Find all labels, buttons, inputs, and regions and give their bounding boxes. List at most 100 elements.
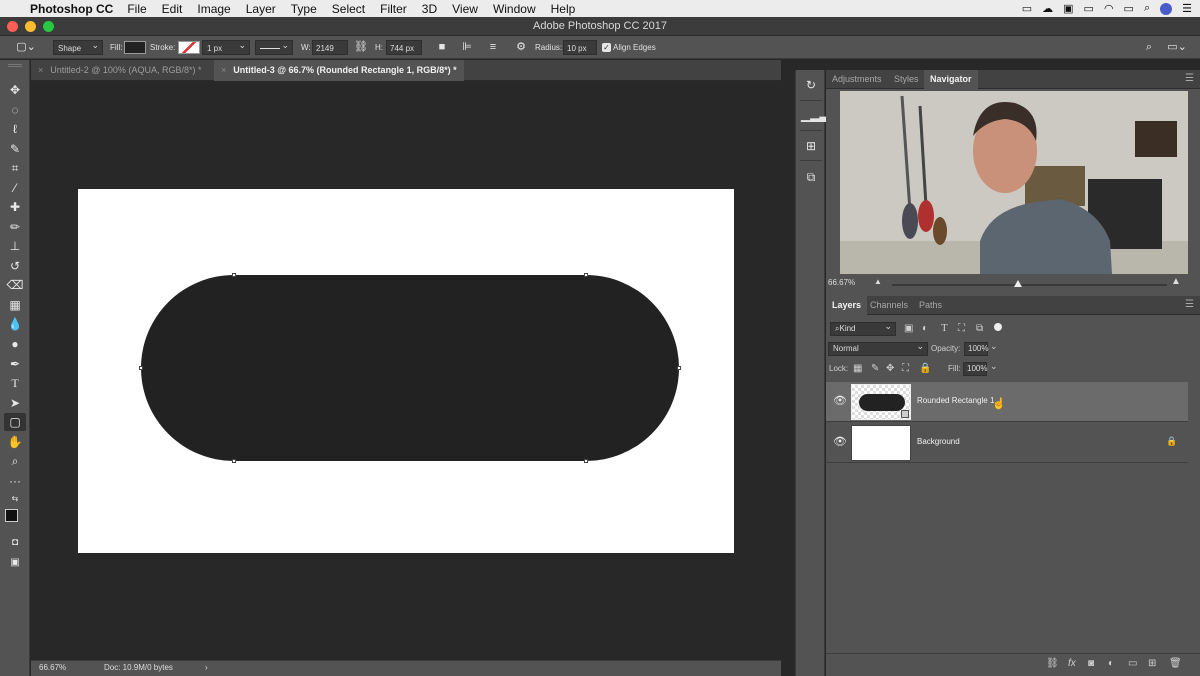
path-selection-tool-icon[interactable]: ➤ [4,394,26,412]
visibility-eye-icon[interactable]: 👁 [833,436,847,448]
screen-record-icon[interactable]: ▭ [1022,2,1032,15]
list-icon[interactable]: ☰ [1182,2,1192,15]
close-tab-icon[interactable]: × [38,65,43,75]
menu-edit[interactable]: Edit [162,2,183,16]
height-field[interactable]: 744 px [386,40,422,55]
hand-tool-icon[interactable]: ✋ [4,433,26,451]
healing-brush-tool-icon[interactable]: ✚ [4,198,26,216]
gear-icon[interactable]: ⚙ [514,40,528,55]
stroke-swatch[interactable] [178,41,200,54]
menu-layer[interactable]: Layer [246,2,276,16]
search-icon[interactable]: ⌕ [1142,40,1156,55]
airplay-icon[interactable]: ▭ [1124,2,1134,15]
notification-icon[interactable]: ▣ [1063,2,1073,15]
anchor-point[interactable] [677,366,681,370]
more-tools-icon[interactable]: ··· [4,472,26,490]
zoom-out-icon[interactable]: ▲ [874,277,882,286]
zoom-slider-track[interactable] [892,284,1167,286]
libraries-panel-icon[interactable]: ⧉ [801,170,821,188]
dodge-tool-icon[interactable]: ● [4,335,26,353]
filter-shape-icon[interactable]: ⛶ [958,323,965,334]
workspace-icon[interactable]: ▭⌄ [1166,40,1188,55]
width-field[interactable]: 2149 px [312,40,348,68]
fill-swatch[interactable] [124,41,146,54]
fill-field[interactable]: 100% [963,362,987,376]
anchor-point[interactable] [232,459,236,463]
info-panel-icon[interactable]: ⊞ [801,139,821,157]
eraser-tool-icon[interactable]: ⌫ [4,276,26,294]
layer-thumbnail[interactable] [851,384,911,420]
menu-image[interactable]: Image [197,2,230,16]
menu-help[interactable]: Help [551,2,576,16]
menu-select[interactable]: Select [332,2,365,16]
menu-type[interactable]: Type [291,2,317,16]
path-alignment-icon[interactable]: ⊫ [460,40,474,55]
filter-smart-object-icon[interactable]: ⧉ [976,323,983,334]
stroke-width-field[interactable]: 1 px [202,38,250,55]
clone-stamp-tool-icon[interactable]: ⊥ [4,237,26,255]
path-operations-icon[interactable]: ■ [435,40,449,55]
swap-colors-icon[interactable]: ⇆ [4,490,26,508]
quick-select-tool-icon[interactable]: ✎ [4,140,26,158]
panel-menu-icon[interactable]: ☰ [1185,73,1194,84]
fill-dropdown-arrow[interactable]: ⌄ [990,361,998,372]
creative-cloud-icon[interactable]: ☁ [1042,2,1053,15]
layer-thumbnail[interactable] [851,425,911,461]
layer-lock-icon[interactable]: 🔒 [1166,436,1177,447]
visibility-eye-icon[interactable]: 👁 [833,395,847,407]
path-arrangement-icon[interactable]: ≡ [485,40,501,55]
tab-navigator[interactable]: Navigator [924,70,978,89]
menu-3d[interactable]: 3D [422,2,437,16]
marquee-tool-icon[interactable]: ◌ [4,101,26,119]
foreground-color-swatch[interactable] [5,509,18,522]
wifi-icon[interactable]: ◠ [1104,2,1114,15]
menu-window[interactable]: Window [493,2,536,16]
filter-toggle-icon[interactable] [994,323,1002,331]
layer-row-background[interactable]: 👁 Background 🔒 [826,423,1188,463]
layer-name[interactable]: Rounded Rectangle 1 [917,396,994,405]
stroke-type-dropdown[interactable] [255,38,293,55]
radius-field[interactable]: 10 px [563,40,597,55]
zoom-in-icon[interactable]: ▲ [1171,276,1181,287]
layer-name[interactable]: Background [917,437,960,446]
close-tab-icon[interactable]: × [221,65,226,75]
link-layers-icon[interactable]: ⛓ [1046,658,1059,669]
anchor-point[interactable] [584,273,588,277]
tool-mode-dropdown[interactable]: Shape [53,38,103,55]
new-layer-icon[interactable]: ⊞ [1148,658,1156,669]
filter-type-icon[interactable]: T [941,322,948,334]
zoom-tool-icon[interactable]: ⌕ [4,452,26,470]
lock-transparent-icon[interactable]: ▦ [853,363,862,374]
menu-filter[interactable]: Filter [380,2,407,16]
lasso-tool-icon[interactable]: ℓ [4,120,26,138]
tab-layers[interactable]: Layers [826,296,868,315]
tab-adjustments[interactable]: Adjustments [826,70,888,89]
move-tool-icon[interactable]: ✥ [4,81,26,99]
display-icon[interactable]: ▭ [1084,2,1094,15]
panel-grip[interactable] [8,64,22,67]
anchor-point[interactable] [232,273,236,277]
menu-view[interactable]: View [452,2,478,16]
tab-channels[interactable]: Channels [864,296,914,315]
canvas-workspace[interactable] [31,82,781,660]
histogram-panel-icon[interactable]: ▁▂▃ [801,108,829,126]
rounded-rectangle-shape[interactable] [141,275,679,461]
panel-menu-icon[interactable]: ☰ [1185,299,1194,310]
crop-tool-icon[interactable]: ⌗ [4,159,26,177]
status-menu-arrow[interactable]: › [205,663,208,672]
layer-row-rounded-rectangle-1[interactable]: 👁 Rounded Rectangle 1 ☝ [826,382,1188,422]
layer-filter-kind-dropdown[interactable]: ⌕Kind [830,320,896,336]
blend-mode-dropdown[interactable]: Normal [828,340,928,356]
pen-tool-icon[interactable]: ✒ [4,355,26,373]
lock-pixels-icon[interactable]: ✎ [871,363,879,374]
tab-styles[interactable]: Styles [888,70,925,89]
tab-paths[interactable]: Paths [913,296,948,315]
menu-file[interactable]: File [127,2,146,16]
brush-tool-icon[interactable]: ✏ [4,218,26,236]
spotlight-icon[interactable]: ⌕ [1144,2,1150,15]
tab-untitled-2[interactable]: × Untitled-2 @ 100% (AQUA, RGB/8*) * [31,60,213,81]
align-edges-checkbox[interactable]: ✓ [602,43,611,52]
siri-icon[interactable] [1160,2,1173,15]
lock-all-icon[interactable]: 🔒 [919,363,931,374]
anchor-point[interactable] [139,366,143,370]
